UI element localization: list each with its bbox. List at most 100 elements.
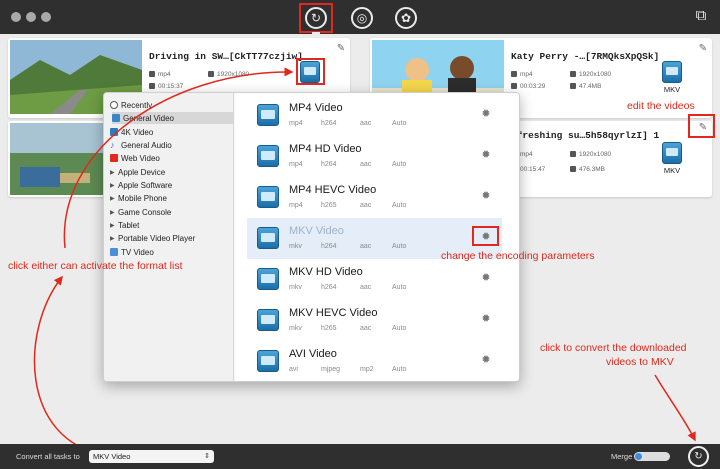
- format-option-avi-video[interactable]: AVI Video avi mjpeg mp2 Auto ✹: [247, 341, 502, 381]
- target-format-label: MKV: [663, 166, 681, 175]
- video-format: mp4: [511, 71, 533, 78]
- merge-label: Merge: [611, 452, 633, 461]
- settings-gear-icon[interactable]: ✹: [480, 313, 492, 325]
- settings-gear-icon[interactable]: ✹: [480, 354, 492, 366]
- format-container: mkv: [289, 243, 302, 250]
- category-game-console[interactable]: ▶ Game Console: [110, 206, 171, 218]
- annotation-convert-line2: videos to MKV: [606, 356, 674, 368]
- category-recently[interactable]: Recently: [110, 99, 152, 111]
- format-option-mkv-hevc-video[interactable]: MKV HEVC Video mkv h265 aac Auto ✹: [247, 300, 502, 341]
- format-name: MKV HEVC Video: [289, 307, 378, 319]
- convert-all-button[interactable]: ↻: [688, 446, 709, 467]
- format-video-codec: h264: [321, 243, 337, 250]
- format-audio-codec: aac: [360, 284, 372, 291]
- format-option-mp4-video[interactable]: MP4 Video mp4 h264 aac Auto ✹: [247, 95, 502, 136]
- download-size-icon: [570, 166, 576, 172]
- expand-arrow-icon: ▶: [110, 195, 115, 202]
- category-tv-video[interactable]: TV Video: [110, 246, 154, 258]
- category-apple-software[interactable]: ▶ Apple Software: [110, 179, 172, 191]
- chevron-updown-icon: ⇕: [204, 453, 210, 460]
- format-quality: Auto: [392, 243, 407, 250]
- format-video-codec: h264: [321, 120, 337, 127]
- format-option-mp4-hd-video[interactable]: MP4 HD Video mp4 h264 aac Auto ✹: [247, 136, 502, 177]
- target-format-icon[interactable]: [662, 142, 682, 164]
- settings-gear-icon[interactable]: ✹: [480, 272, 492, 284]
- video-format-icon: [257, 186, 279, 208]
- format-audio-codec: aac: [360, 120, 372, 127]
- tab-download[interactable]: ↻: [299, 3, 333, 36]
- category-general-audio[interactable]: ♪ General Audio: [110, 139, 172, 151]
- settings-gear-icon[interactable]: ✹: [480, 108, 492, 120]
- annotation-convert-line1: click to convert the downloaded: [540, 342, 687, 354]
- format-name: AVI Video: [289, 348, 337, 360]
- video-thumbnail[interactable]: [10, 123, 106, 195]
- format-container: mp4: [289, 161, 303, 168]
- video-format-icon: [257, 350, 279, 372]
- bottom-bar: Convert all tasks to MKV Video ⇕ Merge ↻: [0, 444, 720, 469]
- close-window-button[interactable]: [11, 12, 21, 22]
- minimize-window-button[interactable]: [26, 12, 36, 22]
- file-icon: [511, 71, 517, 77]
- settings-gear-icon[interactable]: ✹: [480, 149, 492, 161]
- video-format-icon: [257, 227, 279, 249]
- category-apple-device[interactable]: ▶ Apple Device: [110, 166, 165, 178]
- expand-arrow-icon: ▶: [110, 222, 115, 229]
- convert-all-format-value: MKV Video: [93, 452, 131, 461]
- format-option-mkv-hd-video[interactable]: MKV HD Video mkv h264 aac Auto ✹: [247, 259, 502, 300]
- format-quality: Auto: [392, 202, 407, 209]
- edit-icon-highlight: [688, 114, 715, 138]
- resolution-icon: [570, 151, 576, 157]
- format-quality: Auto: [392, 366, 407, 373]
- format-audio-codec: aac: [360, 161, 372, 168]
- title-bar: ↻ ◎ ✿ ⧉: [0, 0, 720, 36]
- format-audio-codec: mp2: [360, 366, 374, 373]
- format-audio-codec: aac: [360, 202, 372, 209]
- tab-video[interactable]: ✿: [389, 3, 423, 33]
- zoom-window-button[interactable]: [41, 12, 51, 22]
- video-format-icon: [257, 309, 279, 331]
- video-title: Katy Perry -…[7RMQksXpQSk]: [511, 51, 660, 62]
- video-duration: 00:03:29: [511, 83, 545, 90]
- settings-gear-icon[interactable]: ✹: [480, 190, 492, 202]
- target-format-icon[interactable]: [662, 61, 682, 83]
- category-4k-video[interactable]: 4K Video: [110, 126, 153, 138]
- format-name: MP4 Video: [289, 102, 343, 114]
- format-audio-codec: aac: [360, 243, 372, 250]
- gear-icon-highlight: [472, 226, 499, 246]
- video-format: mp4: [149, 71, 171, 78]
- toolbox-icon[interactable]: ⧉: [690, 7, 712, 27]
- category-web-video[interactable]: Web Video: [110, 152, 160, 164]
- format-container: mkv: [289, 325, 302, 332]
- tab-convert[interactable]: ◎: [345, 3, 379, 33]
- expand-arrow-icon: ▶: [110, 169, 115, 176]
- resolution-icon: [570, 71, 576, 77]
- format-audio-codec: aac: [360, 325, 372, 332]
- web-video-icon: [110, 154, 118, 162]
- arrow-to-format-selector: [33, 275, 106, 456]
- merge-toggle[interactable]: [634, 452, 670, 461]
- download-size-icon: [570, 83, 576, 89]
- category-mobile-phone[interactable]: ▶ Mobile Phone: [110, 192, 167, 204]
- format-list-popup: Recently General Video 4K Video ♪ General…: [103, 92, 520, 382]
- video-title: efreshing su…5h58qyrlzI] 1: [511, 130, 660, 141]
- edit-pencil-icon[interactable]: ✎: [696, 42, 710, 56]
- clock-icon: [149, 83, 155, 89]
- clock-icon: [110, 101, 118, 109]
- format-container: avi: [289, 366, 298, 373]
- format-name: MP4 HEVC Video: [289, 184, 377, 196]
- category-portable-video-player[interactable]: ▶ Portable Video Player: [110, 232, 195, 244]
- download-icon: ↻: [305, 7, 327, 29]
- video-format-icon: [257, 145, 279, 167]
- format-video-codec: h264: [321, 284, 337, 291]
- edit-pencil-icon[interactable]: ✎: [334, 42, 348, 56]
- convert-all-format-select[interactable]: MKV Video ⇕: [89, 450, 214, 463]
- video-format-icon: [257, 104, 279, 126]
- format-name: MKV HD Video: [289, 266, 363, 278]
- category-tablet[interactable]: ▶ Tablet: [110, 219, 139, 231]
- expand-arrow-icon: ▶: [110, 182, 115, 189]
- format-option-mp4-hevc-video[interactable]: MP4 HEVC Video mp4 h265 aac Auto ✹: [247, 177, 502, 218]
- format-container: mkv: [289, 284, 302, 291]
- format-video-codec: mjpeg: [321, 366, 341, 373]
- format-name: MKV Video: [289, 225, 344, 237]
- category-general-video[interactable]: General Video: [112, 112, 234, 124]
